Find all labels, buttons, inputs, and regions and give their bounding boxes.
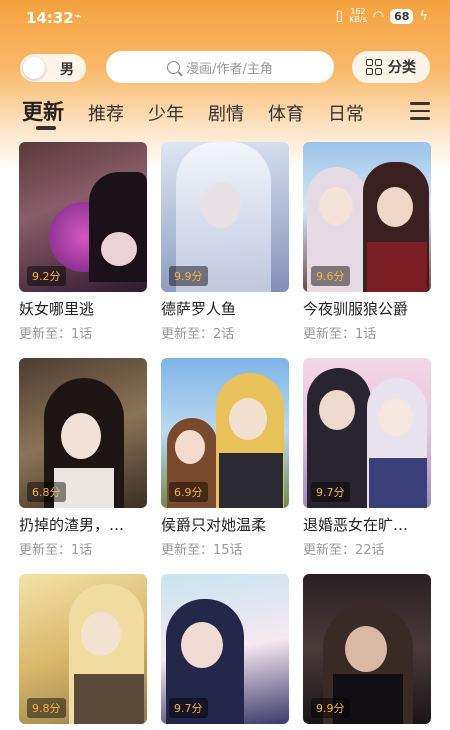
- comic-cover: 9.9分: [161, 142, 289, 292]
- comic-title: 妖女哪里逃: [19, 300, 95, 318]
- comic-card[interactable]: 9.9分: [303, 574, 431, 724]
- tab-shounen[interactable]: 少年: [148, 100, 184, 126]
- menu-icon[interactable]: [410, 102, 430, 120]
- rating-badge: 9.8分: [27, 698, 66, 718]
- status-time: 14:32: [26, 9, 74, 27]
- comic-cover: 9.9分: [303, 574, 431, 724]
- toggle-knob: [23, 57, 45, 79]
- network-speed-unit: KB/s: [349, 15, 367, 24]
- comic-update: 更新至：22话: [303, 543, 385, 558]
- status-indicators: ▯ 162 KB/s ◠ 68 ϟ: [335, 8, 428, 25]
- comic-card[interactable]: 9.6分 今夜驯服狼公爵 更新至：1话: [303, 142, 431, 342]
- vibrate-icon: ▯: [335, 8, 344, 24]
- rating-badge: 9.9分: [311, 698, 350, 718]
- rating-badge: 9.7分: [169, 698, 208, 718]
- comic-update: 更新至：1话: [303, 327, 377, 342]
- comic-card[interactable]: 6.8分 扔掉的渣男，… 更新至：1话: [19, 358, 147, 558]
- category-label: 分类: [388, 60, 416, 76]
- comic-card[interactable]: 6.9分 侯爵只对她温柔 更新至：15话: [161, 358, 289, 558]
- rating-badge: 6.8分: [27, 482, 66, 502]
- comic-card[interactable]: 9.8分: [19, 574, 147, 724]
- comic-title: 扔掉的渣男，…: [19, 516, 125, 534]
- tab-indicator: [36, 126, 56, 130]
- comic-cover: 6.8分: [19, 358, 147, 508]
- comic-card[interactable]: 9.7分: [161, 574, 289, 724]
- comic-card[interactable]: 9.9分 德萨罗人鱼 更新至：2话: [161, 142, 289, 342]
- comic-cover: 6.9分: [161, 358, 289, 508]
- comic-update: 更新至：1话: [19, 543, 93, 558]
- gender-toggle[interactable]: 男: [20, 54, 86, 82]
- comic-cover: 9.6分: [303, 142, 431, 292]
- tab-sports[interactable]: 体育: [268, 100, 304, 126]
- rating-badge: 9.6分: [311, 266, 350, 286]
- tab-update[interactable]: 更新: [22, 96, 64, 126]
- comic-title: 今夜驯服狼公爵: [303, 300, 409, 318]
- rating-badge: 9.7分: [311, 482, 350, 502]
- category-grid-icon: [366, 59, 382, 75]
- comic-title: 退婚恶女在旷…: [303, 516, 409, 534]
- tab-recommend[interactable]: 推荐: [88, 100, 124, 126]
- comic-cover: 9.7分: [303, 358, 431, 508]
- rating-badge: 9.9分: [169, 266, 208, 286]
- comic-cover: 9.8分: [19, 574, 147, 724]
- search-icon: [167, 60, 181, 74]
- wifi-icon: ◠: [372, 8, 385, 24]
- gender-toggle-label: 男: [60, 62, 74, 78]
- comic-update: 更新至：2话: [161, 327, 235, 342]
- comic-card[interactable]: 9.2分 妖女哪里逃 更新至：1话: [19, 142, 147, 342]
- search-placeholder: 漫画/作者/主角: [186, 61, 273, 77]
- tab-daily[interactable]: 日常: [328, 100, 364, 126]
- usb-icon: ⌁: [74, 9, 82, 24]
- network-speed: 162 KB/s: [349, 8, 367, 24]
- comic-card[interactable]: 9.7分 退婚恶女在旷… 更新至：22话: [303, 358, 431, 558]
- search-bar[interactable]: 漫画/作者/主角: [106, 51, 334, 83]
- comic-title: 德萨罗人鱼: [161, 300, 237, 318]
- comic-update: 更新至：1话: [19, 327, 93, 342]
- status-bar: 14:32 ⌁ ▯ 162 KB/s ◠ 68 ϟ: [0, 0, 450, 36]
- rating-badge: 9.2分: [27, 266, 66, 286]
- comic-update: 更新至：15话: [161, 543, 243, 558]
- tab-bar: 更新 推荐 少年 剧情 体育 日常: [22, 96, 402, 130]
- comic-cover: 9.2分: [19, 142, 147, 292]
- comic-title: 侯爵只对她温柔: [161, 516, 267, 534]
- rating-badge: 6.9分: [169, 482, 208, 502]
- category-button[interactable]: 分类: [352, 51, 430, 83]
- comic-cover: 9.7分: [161, 574, 289, 724]
- battery-level: 68: [390, 8, 414, 24]
- charging-icon: ϟ: [419, 8, 428, 24]
- tab-drama[interactable]: 剧情: [208, 100, 244, 126]
